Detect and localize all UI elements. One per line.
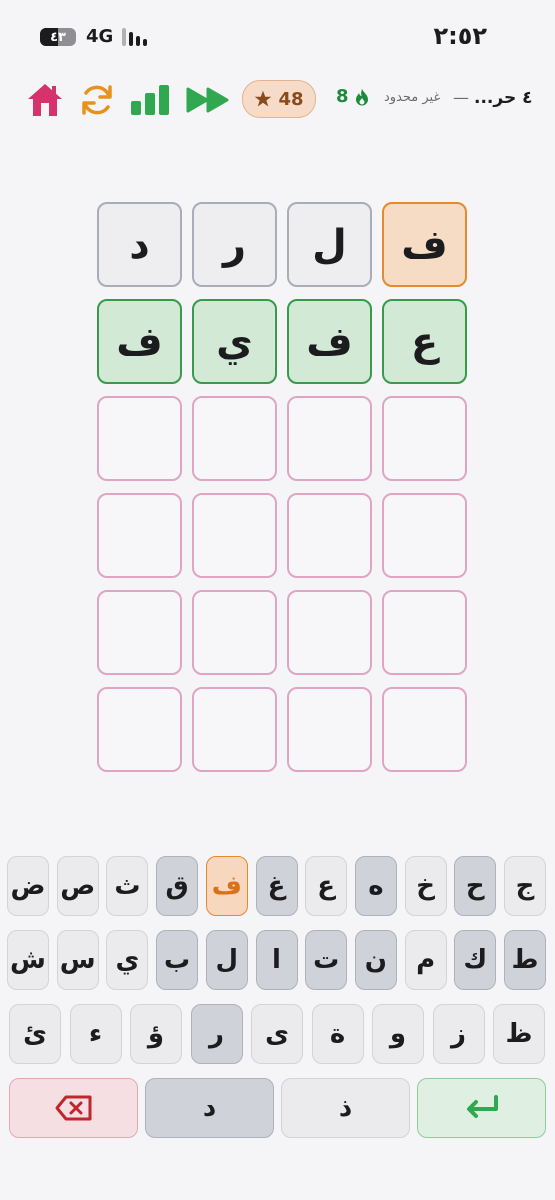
grid-tile [97,493,182,578]
grid-tile: ف [287,299,372,384]
grid-tile [192,493,277,578]
grid-tile [382,590,467,675]
battery-level: ٤٣ [50,29,66,45]
keyboard-key[interactable]: ث [106,856,149,916]
grid-tile [192,396,277,481]
mode-label: غير محدود [384,90,441,105]
status-bar: ٤٣ 4G ٢:٥٢ [0,0,555,72]
grid-tile: ر [192,202,277,287]
clock: ٢:٥٢ [433,22,487,50]
keyboard-row: طكمنتالبيسش [0,930,555,990]
keyboard-key[interactable]: ن [354,930,397,990]
game-title[interactable]: ٤ حر... [474,88,533,108]
keyboard-key[interactable]: ل [205,930,248,990]
keyboard-key[interactable]: خ [404,856,447,916]
keyboard-key[interactable]: ع [305,856,348,916]
stats-button[interactable] [128,78,172,122]
keyboard-key[interactable]: ز [432,1004,485,1064]
title-separator: — [453,88,469,107]
streak-value: 8 [336,86,349,107]
keyboard-key[interactable]: ح [454,856,497,916]
grid-tile [97,590,182,675]
keyboard-key[interactable]: ض [7,856,49,916]
guess-row: ف ل ر د [88,202,467,289]
keyboard-key[interactable]: ي [106,930,149,990]
keyboard-key[interactable]: ئ [9,1004,61,1064]
keyboard-key[interactable]: غ [255,856,298,916]
keyboard-row: ظزوةىرؤءئ [0,1004,555,1064]
keyboard-key[interactable]: ط [504,930,546,990]
grid-tile [97,396,182,481]
guess-row: ع ف ي ف [88,299,467,386]
score-value: 48 [278,88,304,110]
skip-icon [186,87,229,113]
keyboard-key[interactable]: م [404,930,447,990]
grid-tile [192,590,277,675]
home-button[interactable] [24,78,66,122]
restart-button[interactable] [76,78,118,122]
grid-tile [382,687,467,772]
battery-indicator: ٤٣ [40,28,76,46]
guess-row [88,396,467,483]
grid-tile [382,493,467,578]
guess-grid: ف ل ر د ع ف ي ف [88,202,467,784]
key-dhal[interactable]: ذ [281,1078,410,1138]
keyboard-key[interactable]: و [372,1004,424,1064]
grid-tile: ل [287,202,372,287]
backspace-icon [55,1095,91,1121]
keyboard-key[interactable]: ب [156,930,199,990]
key-dal[interactable]: د [145,1078,274,1138]
score-badge[interactable]: 48 [242,80,316,118]
delete-key[interactable] [9,1078,138,1138]
keyboard-key[interactable]: ت [305,930,348,990]
grid-tile: ف [382,202,467,287]
keyboard-key[interactable]: ا [255,930,298,990]
streak-counter: 8 [336,86,369,107]
keyboard-key[interactable]: ج [504,856,546,916]
keyboard-key[interactable]: ق [156,856,199,916]
grid-tile [192,687,277,772]
keyboard-row: جحخهعغفقثصض [0,856,555,916]
star-icon [255,90,272,107]
keyboard-key[interactable]: ر [190,1004,243,1064]
grid-tile: د [97,202,182,287]
guess-row [88,687,467,774]
grid-tile [287,493,372,578]
stats-icon [131,85,169,115]
keyboard-key[interactable]: ؤ [130,1004,182,1064]
game-header: 48 8 غير محدود — ٤ حر... [0,78,555,122]
network-type: 4G [86,26,114,47]
keyboard-key[interactable]: ى [251,1004,303,1064]
enter-icon [466,1095,498,1118]
home-icon [28,84,62,116]
signal-icon [122,28,147,46]
keyboard-key[interactable]: ك [454,930,497,990]
grid-tile: ع [382,299,467,384]
grid-tile [97,687,182,772]
keyboard-key[interactable]: س [56,930,99,990]
grid-tile [287,396,372,481]
grid-tile: ف [97,299,182,384]
grid-tile [382,396,467,481]
flame-icon [355,88,368,105]
keyboard-key[interactable]: ص [56,856,99,916]
refresh-icon [82,85,112,115]
keyboard-key[interactable]: ش [7,930,49,990]
skip-button[interactable] [184,78,232,122]
keyboard-key[interactable]: ه [354,856,397,916]
guess-row [88,493,467,580]
enter-key[interactable] [417,1078,546,1138]
keyboard-key[interactable]: ء [69,1004,122,1064]
grid-tile [287,590,372,675]
keyboard-key[interactable]: ظ [493,1004,545,1064]
guess-row [88,590,467,677]
keyboard-key[interactable]: ة [311,1004,364,1064]
grid-tile: ي [192,299,277,384]
grid-tile [287,687,372,772]
keyboard-row: ذ د [0,1078,555,1138]
keyboard-key[interactable]: ف [205,856,248,916]
